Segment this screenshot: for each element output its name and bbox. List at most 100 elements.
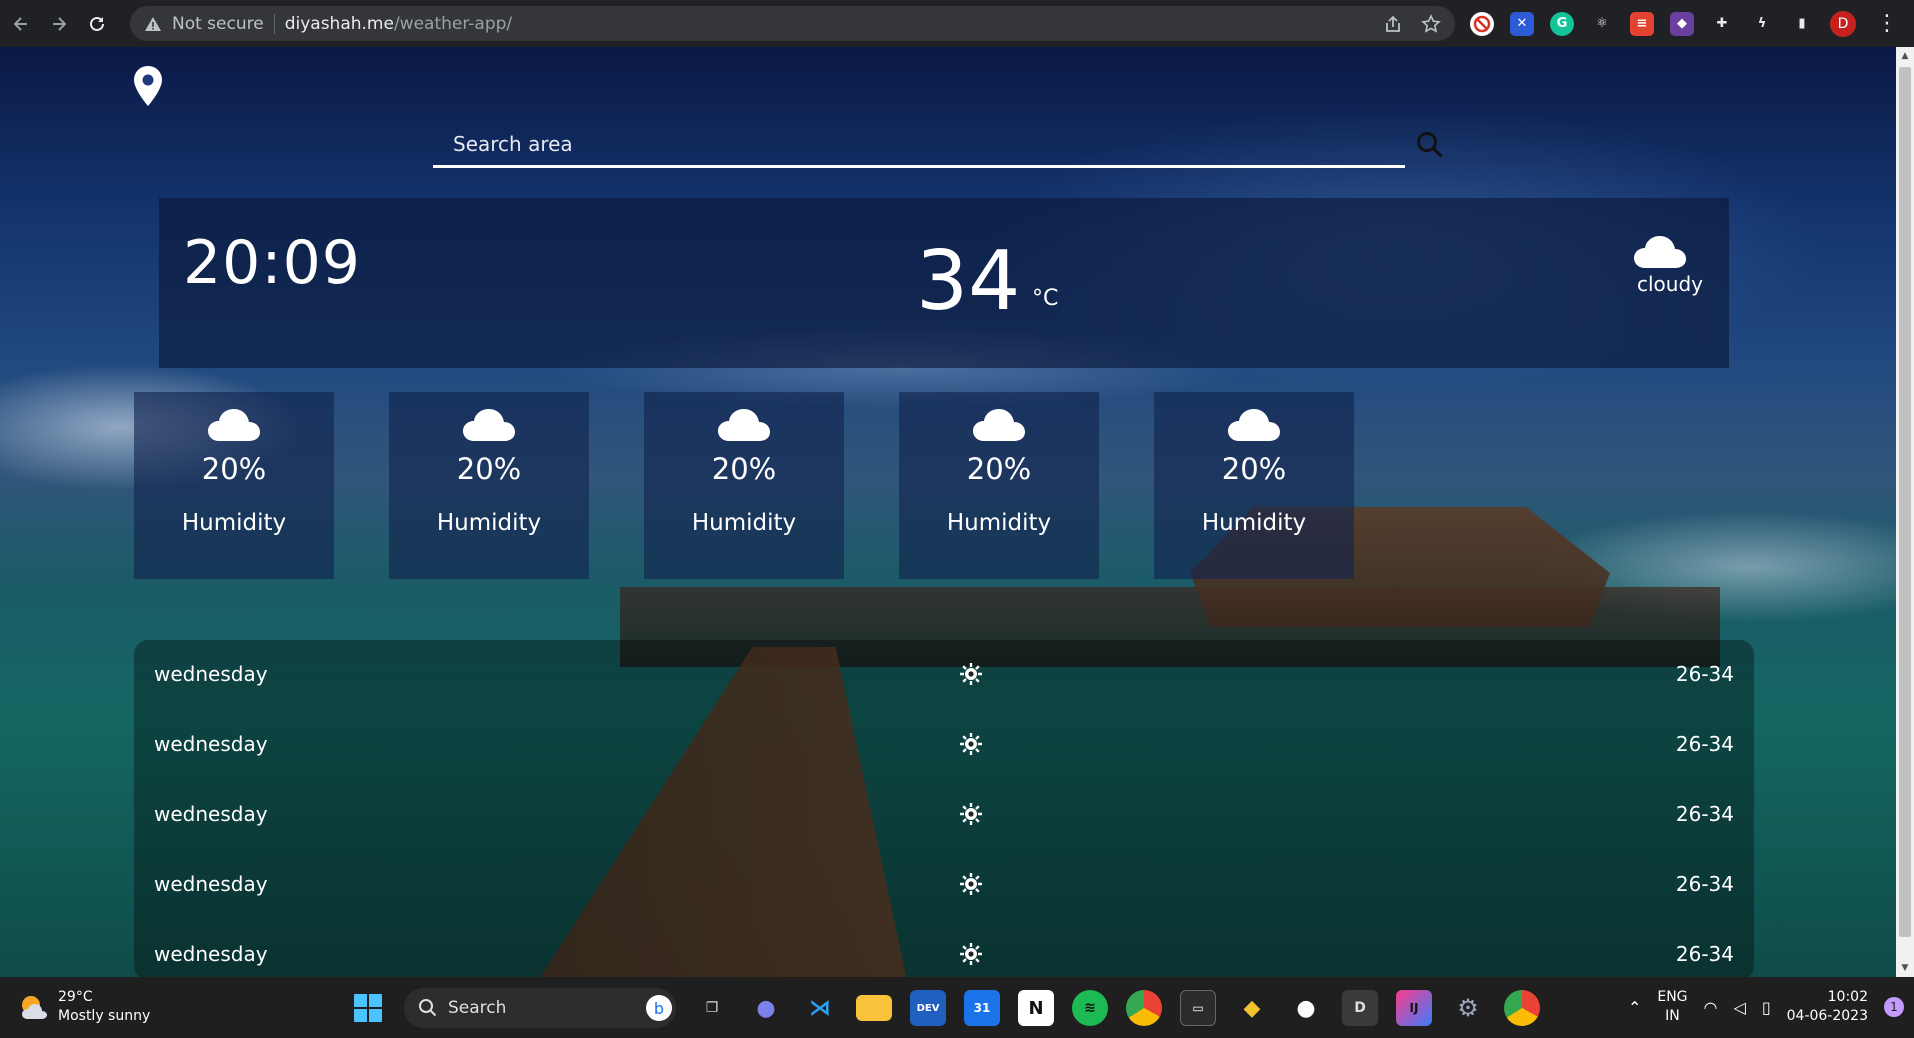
taskbar-weather-widget[interactable]: 29°C Mostly sunny xyxy=(18,988,150,1026)
system-tray: ⌃ ENG IN ◠ ◁ ▯ 10:02 04-06-2023 1 xyxy=(1628,985,1904,1029)
weather-app-page: 20:09 34 °C cloudy 20% Humidity 20% Humi… xyxy=(0,47,1896,977)
notification-badge[interactable]: 1 xyxy=(1884,997,1904,1017)
teams-chat-icon[interactable]: ● xyxy=(748,990,784,1026)
vscode-icon[interactable]: ⋊ xyxy=(802,990,838,1026)
humidity-card: 20% Humidity xyxy=(389,392,589,579)
humidity-label: Humidity xyxy=(946,510,1052,536)
windows-start-icon[interactable] xyxy=(350,990,386,1026)
clock-time: 10:02 xyxy=(1827,989,1868,1005)
spotify-icon[interactable]: ≋ xyxy=(1072,990,1108,1026)
humidity-card: 20% Humidity xyxy=(899,392,1099,579)
humidity-label: Humidity xyxy=(436,510,542,536)
performance-icon[interactable]: ϟ xyxy=(1750,12,1774,36)
grammarly-extension-icon[interactable]: G xyxy=(1550,11,1574,36)
current-time: 20:09 xyxy=(183,228,361,298)
forecast-row: wednesday 26-34 xyxy=(134,780,1754,850)
adblock-extension-icon[interactable] xyxy=(1470,11,1494,36)
system-clock[interactable]: 10:02 04-06-2023 xyxy=(1787,988,1868,1026)
search-input[interactable] xyxy=(433,122,1405,165)
sun-icon xyxy=(960,733,982,755)
purple-extension-icon[interactable]: ◆ xyxy=(1670,11,1694,36)
puzzle-extensions-icon[interactable]: ✚ xyxy=(1710,12,1734,36)
intellij-icon[interactable]: IJ xyxy=(1396,990,1432,1026)
divider xyxy=(273,13,275,34)
humidity-card: 20% Humidity xyxy=(134,392,334,579)
settings-gear-icon[interactable]: ⚙ xyxy=(1450,990,1486,1026)
todoist-extension-icon[interactable]: ≡ xyxy=(1630,11,1654,36)
side-panel-icon[interactable]: ▮ xyxy=(1790,12,1814,36)
sun-icon xyxy=(960,943,982,965)
omnibox-actions xyxy=(1383,6,1441,41)
d-app-icon[interactable]: D xyxy=(1342,990,1378,1026)
forecast-range: 26-34 xyxy=(1675,872,1734,896)
cloud-icon xyxy=(1228,409,1280,441)
clock-date: 04-06-2023 xyxy=(1786,1008,1868,1024)
file-explorer-icon[interactable] xyxy=(856,995,892,1021)
humidity-value: 20% xyxy=(1221,452,1287,486)
back-button[interactable] xyxy=(4,7,38,41)
humidity-value: 20% xyxy=(456,452,522,486)
terminal-icon[interactable]: ▭ xyxy=(1180,990,1216,1026)
sun-icon xyxy=(960,663,982,685)
volume-icon[interactable]: ◁ xyxy=(1734,998,1746,1017)
temperature-unit: °C xyxy=(1032,286,1059,311)
page-scrollbar[interactable]: ▲ ▼ xyxy=(1896,47,1914,977)
chrome-profile-icon[interactable] xyxy=(1504,990,1540,1026)
search-icon[interactable] xyxy=(1415,130,1445,160)
kebab-menu-icon[interactable]: ⋮ xyxy=(1876,11,1898,36)
task-view-icon[interactable]: ❐ xyxy=(694,990,730,1026)
scrollbar-thumb[interactable] xyxy=(1899,67,1911,937)
humidity-card: 20% Humidity xyxy=(644,392,844,579)
humidity-label: Humidity xyxy=(181,510,287,536)
github-icon[interactable]: ● xyxy=(1288,990,1324,1026)
humidity-label: Humidity xyxy=(691,510,797,536)
humidity-value: 20% xyxy=(966,452,1032,486)
forward-button[interactable] xyxy=(42,7,76,41)
language-code: ENG xyxy=(1657,989,1688,1005)
calendar-icon[interactable]: 31 xyxy=(964,990,1000,1026)
forecast-range: 26-34 xyxy=(1675,732,1734,756)
scroll-down-arrow-icon[interactable]: ▼ xyxy=(1900,963,1910,973)
location-pin-icon[interactable] xyxy=(132,65,164,107)
scroll-up-arrow-icon[interactable]: ▲ xyxy=(1900,51,1910,61)
current-temperature: 34 xyxy=(916,234,1021,329)
arrow-right-icon xyxy=(53,16,67,31)
chevron-up-icon[interactable]: ⌃ xyxy=(1628,998,1641,1017)
notion-icon[interactable]: N xyxy=(1018,990,1054,1026)
address-bar[interactable]: Not secure diyashah.me/weather-app/ xyxy=(130,6,1455,41)
taskbar-search[interactable]: Search b xyxy=(404,988,676,1028)
reload-icon xyxy=(90,16,104,31)
devcenter-icon[interactable]: DEV xyxy=(910,990,946,1026)
forecast-row: wednesday 26-34 xyxy=(134,920,1754,977)
url-domain: diyashah.me xyxy=(284,13,394,34)
translate-extension-icon[interactable]: ✕ xyxy=(1510,11,1534,36)
humidity-value: 20% xyxy=(711,452,777,486)
reload-button[interactable] xyxy=(80,7,114,41)
forecast-day: wednesday xyxy=(154,662,268,686)
forecast-day: wednesday xyxy=(154,942,268,966)
forecast-range: 26-34 xyxy=(1675,662,1734,686)
forecast-day: wednesday xyxy=(154,802,268,826)
battery-icon[interactable]: ▯ xyxy=(1762,998,1771,1017)
url-path: /weather-app/ xyxy=(393,13,513,34)
search-bar xyxy=(433,122,1405,168)
partly-sunny-icon xyxy=(22,996,47,1019)
react-devtools-icon[interactable]: ⚛ xyxy=(1590,12,1614,36)
taskbar-weather-temp: 29°C xyxy=(58,989,93,1005)
profile-avatar[interactable]: D xyxy=(1830,10,1856,37)
condition-label: cloudy xyxy=(1637,272,1703,296)
humidity-label: Humidity xyxy=(1201,510,1307,536)
taskbar-weather-desc: Mostly sunny xyxy=(58,1008,151,1024)
language-indicator[interactable]: ENG IN xyxy=(1657,988,1687,1026)
windows-taskbar: 29°C Mostly sunny Search b ❐ ● ⋊ DEV 31 … xyxy=(0,977,1914,1038)
chrome-icon[interactable] xyxy=(1126,990,1162,1026)
git-icon[interactable]: ◆ xyxy=(1234,990,1270,1026)
search-icon xyxy=(419,999,437,1017)
security-label[interactable]: Not secure xyxy=(172,14,264,34)
bing-icon[interactable]: b xyxy=(646,995,672,1021)
share-icon[interactable] xyxy=(1383,14,1403,34)
cloud-icon xyxy=(463,409,515,441)
wifi-icon[interactable]: ◠ xyxy=(1704,998,1718,1017)
region-code: IN xyxy=(1665,1008,1680,1024)
bookmark-star-icon[interactable] xyxy=(1421,13,1441,34)
